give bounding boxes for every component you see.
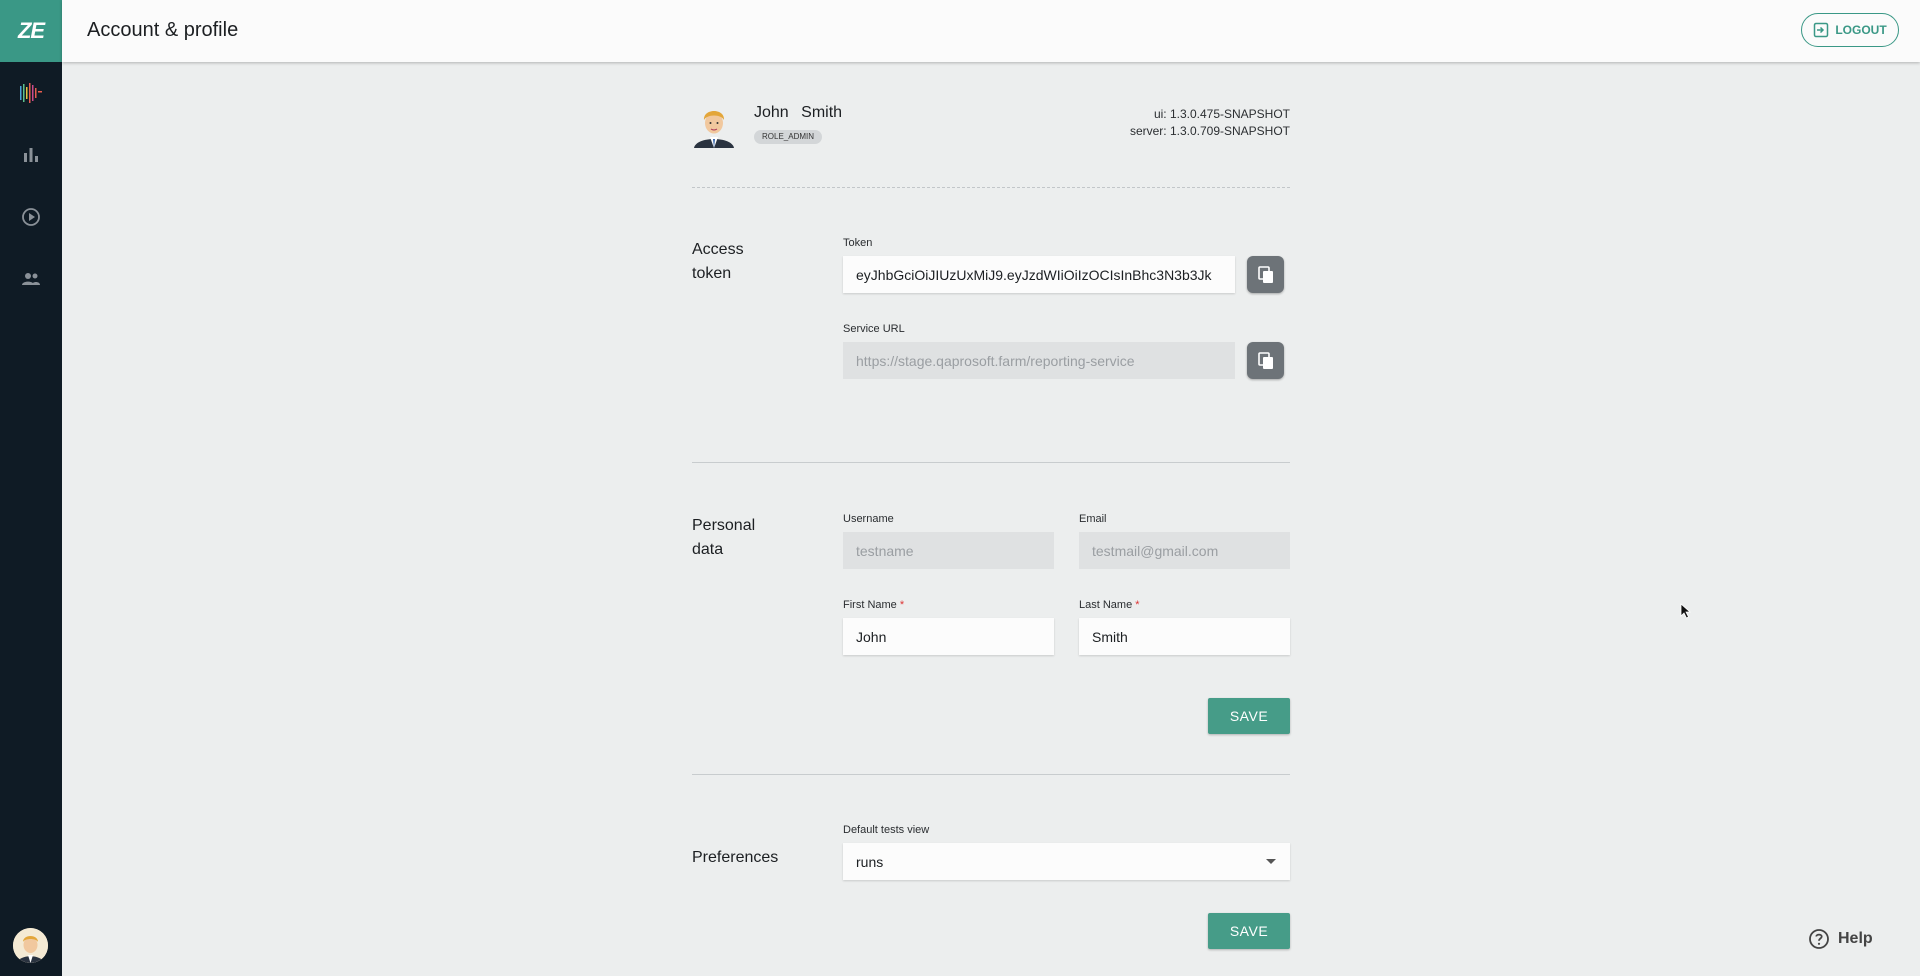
dropdown-arrow-icon bbox=[1266, 859, 1276, 864]
people-icon bbox=[22, 273, 40, 285]
required-mark: * bbox=[899, 599, 905, 611]
first-name-label: First Name * bbox=[843, 599, 904, 611]
profile-full-name: John Smith bbox=[754, 104, 843, 121]
sidebar-item-users[interactable] bbox=[0, 259, 62, 299]
profile-summary: John Smith ROLE_ADMIN ui: 1.3.0.475-SNAP… bbox=[692, 102, 1290, 162]
question-circle-icon bbox=[1809, 929, 1829, 949]
section-divider bbox=[692, 187, 1290, 188]
first-name-field[interactable]: John bbox=[843, 618, 1054, 655]
user-avatar-icon bbox=[13, 928, 48, 963]
profile-avatar bbox=[692, 102, 736, 148]
token-label: Token bbox=[843, 237, 873, 249]
access-token-section-title: Access token bbox=[692, 238, 744, 286]
sidebar-item-runs[interactable] bbox=[0, 197, 62, 237]
app-logo[interactable]: ZE bbox=[0, 0, 62, 62]
copy-token-button[interactable] bbox=[1247, 256, 1284, 293]
save-personal-data-button[interactable]: SAVE bbox=[1208, 698, 1290, 734]
default-tests-view-label: Default tests view bbox=[843, 824, 930, 836]
server-version: server: 1.3.0.709-SNAPSHOT bbox=[1129, 124, 1290, 138]
bar-chart-icon bbox=[24, 148, 38, 162]
preferences-section-title: Preferences bbox=[692, 849, 779, 866]
sidebar: ZE bbox=[0, 0, 62, 976]
last-name-label: Last Name * bbox=[1079, 599, 1140, 611]
copy-service-url-button[interactable] bbox=[1247, 342, 1284, 379]
logout-label: LOGOUT bbox=[1835, 23, 1887, 37]
help-label: Help bbox=[1838, 930, 1873, 947]
section-title-line: Personal bbox=[692, 517, 756, 534]
sidebar-item-reports[interactable] bbox=[0, 135, 62, 175]
help-button[interactable]: Help bbox=[1808, 928, 1873, 950]
sidebar-item-dashboards[interactable] bbox=[0, 73, 62, 113]
section-divider bbox=[692, 462, 1290, 463]
last-name-label-text: Last Name bbox=[1079, 599, 1133, 611]
token-field[interactable]: eyJhbGciOiJIUzUxMiJ9.eyJzdWIiOiIzOCIsInB… bbox=[843, 256, 1235, 293]
play-circle-icon bbox=[22, 208, 40, 226]
page-title: Account & profile bbox=[87, 19, 239, 41]
email-label: Email bbox=[1079, 513, 1107, 525]
save-preferences-button[interactable]: SAVE bbox=[1208, 913, 1290, 949]
logo-text: ZE bbox=[17, 18, 45, 43]
user-avatar-icon bbox=[694, 111, 734, 148]
default-tests-view-select[interactable]: runs bbox=[843, 843, 1290, 880]
ui-version: ui: 1.3.0.475-SNAPSHOT bbox=[1153, 107, 1290, 121]
sidebar-user-avatar[interactable] bbox=[13, 928, 48, 963]
top-bar: Account & profile LOGOUT bbox=[62, 0, 1920, 62]
copy-icon bbox=[1257, 351, 1273, 369]
role-badge: ROLE_ADMIN bbox=[754, 130, 823, 144]
section-title-line: data bbox=[692, 541, 724, 558]
section-title-line: token bbox=[692, 265, 732, 282]
default-tests-view-value: runs bbox=[856, 853, 884, 870]
service-url-label: Service URL bbox=[843, 323, 905, 335]
logout-button[interactable]: LOGOUT bbox=[1801, 13, 1899, 47]
section-divider bbox=[692, 774, 1290, 775]
username-label: Username bbox=[843, 513, 894, 525]
required-mark: * bbox=[1135, 599, 1140, 611]
username-field[interactable]: testname bbox=[843, 532, 1054, 569]
personal-data-section-title: Personal data bbox=[692, 514, 755, 562]
email-field[interactable]: testmail@gmail.com bbox=[1079, 532, 1290, 569]
copy-icon bbox=[1257, 265, 1273, 283]
service-url-field[interactable]: https://stage.qaprosoft.farm/reporting-s… bbox=[843, 342, 1235, 379]
colorful-bars-icon bbox=[20, 83, 42, 103]
section-title-line: Access bbox=[692, 241, 744, 258]
version-info: ui: 1.3.0.475-SNAPSHOT server: 1.3.0.709… bbox=[1130, 106, 1290, 140]
mouse-cursor-icon bbox=[1680, 603, 1692, 624]
logout-icon bbox=[1814, 22, 1829, 38]
last-name-field[interactable]: Smith bbox=[1079, 618, 1290, 655]
first-name-label-text: First Name bbox=[843, 599, 897, 611]
